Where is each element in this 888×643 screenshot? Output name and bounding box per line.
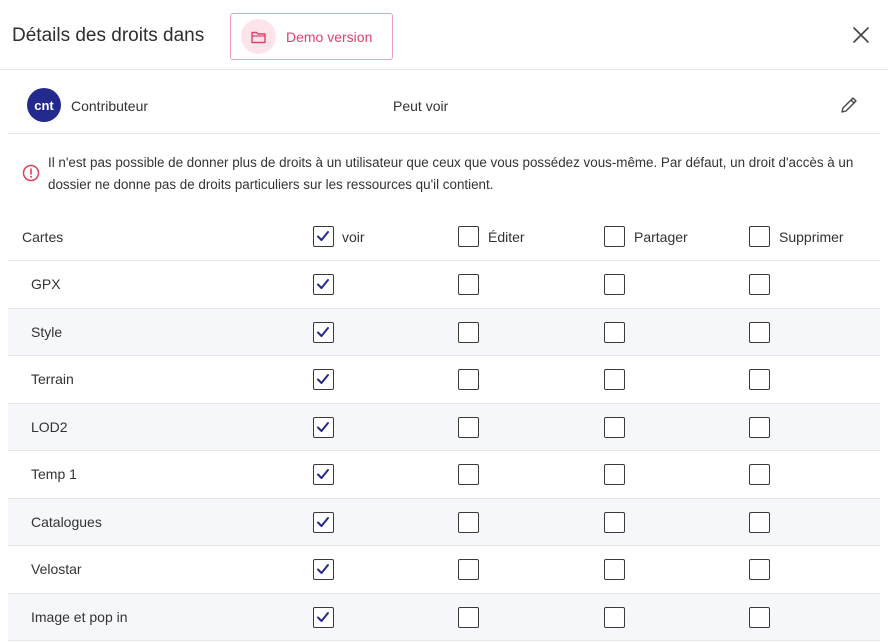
header-checkbox-partager[interactable]: [604, 226, 625, 247]
row-label: Catalogues: [31, 513, 102, 530]
checkmark-icon: [317, 231, 329, 241]
checkmark-icon: [317, 516, 329, 527]
checkbox-voir[interactable]: [313, 559, 334, 580]
checkmark-icon: [317, 279, 329, 289]
checkbox-voir[interactable]: [313, 464, 334, 485]
checkbox-supprimer[interactable]: [749, 559, 770, 580]
row-label: GPX: [31, 276, 61, 292]
row-label: Temp 1: [31, 466, 77, 482]
column-label-supprimer: Supprimer: [779, 229, 844, 245]
checkbox-supprimer[interactable]: [749, 511, 770, 533]
row-label: Velostar: [31, 561, 82, 577]
row-label: Image et pop in: [31, 608, 128, 625]
warning-message: Il n'est pas possible de donner plus de …: [22, 152, 872, 196]
checkbox-partager[interactable]: [604, 416, 625, 438]
header-checkbox-supprimer[interactable]: [749, 226, 770, 247]
column-label-partager: Partager: [634, 229, 688, 245]
table-row: Velostar: [8, 546, 880, 594]
checkbox-supprimer[interactable]: [749, 321, 770, 343]
checkbox-editer[interactable]: [458, 321, 479, 343]
checkbox-supprimer[interactable]: [749, 464, 770, 485]
table-header-row: Cartes voir Éditer Partager Supprimer: [8, 212, 880, 261]
role-access-level: Peut voir: [393, 98, 449, 114]
checkbox-editer[interactable]: [458, 369, 479, 390]
checkbox-editer[interactable]: [458, 464, 479, 485]
table-row: Style: [8, 308, 880, 356]
column-label-voir: voir: [342, 229, 365, 245]
checkbox-editer[interactable]: [458, 416, 479, 438]
table-row: Terrain: [8, 356, 880, 404]
checkbox-voir[interactable]: [313, 369, 334, 390]
folder-icon: [241, 19, 276, 54]
checkmark-icon: [317, 326, 329, 337]
checkbox-editer[interactable]: [458, 606, 479, 628]
demo-version-label: Demo version: [286, 28, 373, 45]
checkbox-voir[interactable]: [313, 274, 334, 295]
checkbox-partager[interactable]: [604, 321, 625, 343]
checkbox-voir[interactable]: [313, 321, 334, 343]
row-label: LOD2: [31, 418, 68, 435]
checkbox-supprimer[interactable]: [749, 416, 770, 438]
checkbox-supprimer[interactable]: [749, 606, 770, 628]
row-label: Terrain: [31, 371, 74, 387]
role-name: Contributeur: [71, 98, 149, 114]
table-row: LOD2: [8, 403, 880, 451]
header-checkbox-voir[interactable]: [313, 226, 334, 247]
demo-version-button[interactable]: Demo version: [230, 13, 393, 60]
checkbox-partager[interactable]: [604, 464, 625, 485]
checkbox-partager[interactable]: [604, 606, 625, 628]
permissions-table: Cartes voir Éditer Partager Supprimer GP…: [8, 212, 880, 641]
close-icon[interactable]: [850, 24, 872, 46]
checkmark-icon: [317, 421, 329, 432]
warning-text: Il n'est pas possible de donner plus de …: [48, 155, 854, 192]
checkbox-supprimer[interactable]: [749, 274, 770, 295]
checkbox-voir[interactable]: [313, 416, 334, 438]
header-checkbox-editer[interactable]: [458, 226, 479, 247]
checkbox-partager[interactable]: [604, 369, 625, 390]
dialog-header: Détails des droits dans Demo version: [0, 0, 888, 70]
checkmark-icon: [317, 564, 329, 574]
checkmark-icon: [317, 611, 329, 622]
table-row: Catalogues: [8, 498, 880, 546]
table-row: Temp 1: [8, 451, 880, 499]
checkbox-partager[interactable]: [604, 559, 625, 580]
checkbox-voir[interactable]: [313, 511, 334, 533]
checkbox-supprimer[interactable]: [749, 369, 770, 390]
checkbox-voir[interactable]: [313, 606, 334, 628]
checkmark-icon: [317, 374, 329, 384]
checkbox-partager[interactable]: [604, 274, 625, 295]
avatar: cnt: [27, 88, 61, 122]
category-header: Cartes: [22, 229, 64, 245]
alert-circle-icon: [22, 164, 40, 182]
column-label-editer: Éditer: [488, 229, 525, 245]
table-row: Image et pop in: [8, 593, 880, 641]
dialog-title: Détails des droits dans: [12, 25, 205, 46]
pencil-icon[interactable]: [839, 95, 859, 115]
checkmark-icon: [317, 469, 329, 479]
checkbox-editer[interactable]: [458, 559, 479, 580]
role-row: cnt Contributeur Peut voir: [8, 70, 880, 134]
checkbox-partager[interactable]: [604, 511, 625, 533]
row-label: Style: [31, 323, 63, 340]
checkbox-editer[interactable]: [458, 511, 479, 533]
table-row: GPX: [8, 261, 880, 309]
checkbox-editer[interactable]: [458, 274, 479, 295]
